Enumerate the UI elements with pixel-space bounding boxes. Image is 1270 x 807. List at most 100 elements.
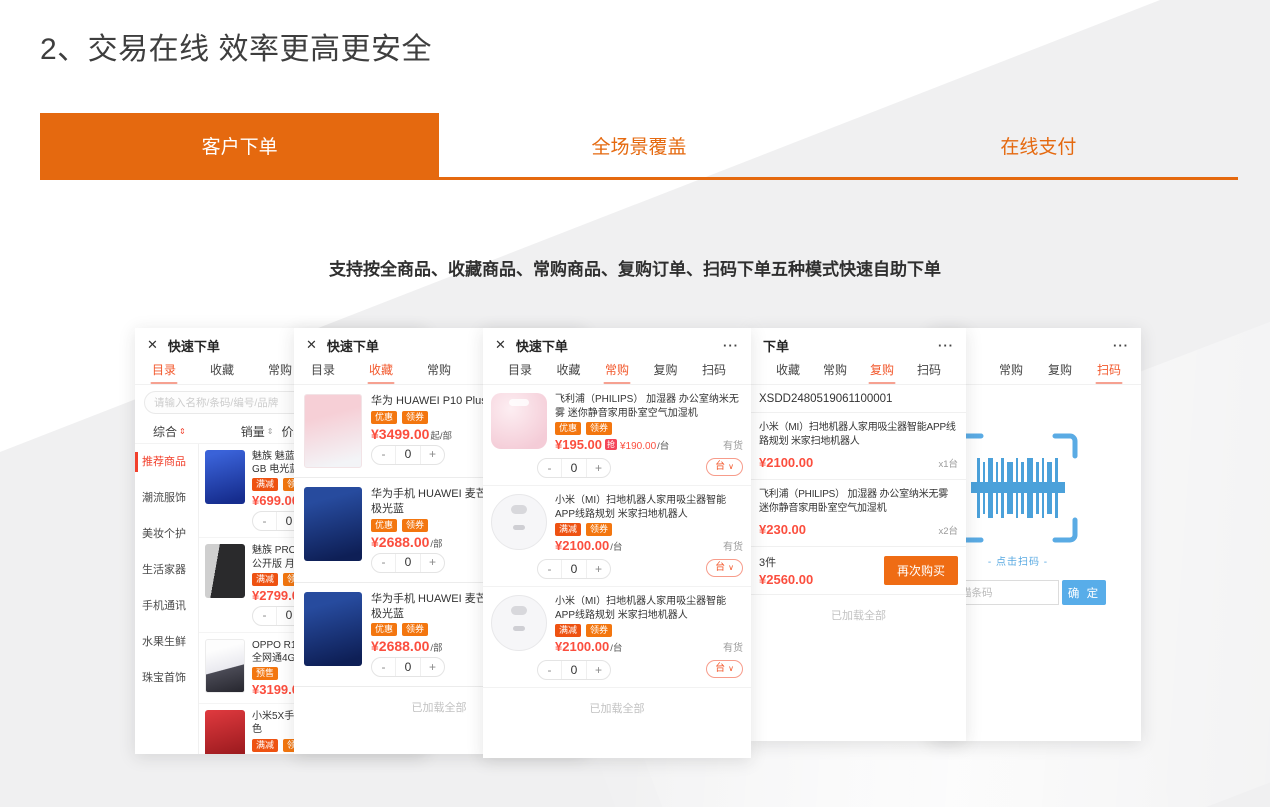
promo-tag: 满减 — [252, 739, 278, 752]
tab-favorites[interactable]: 收藏 — [765, 357, 811, 384]
tab-online-payment[interactable]: 在线支付 — [839, 113, 1238, 177]
order-item[interactable]: 小米（MI）扫地机器人家用吸尘器智能APP线路规划 米家扫地机器人 ¥2100.… — [751, 413, 966, 480]
product-image — [491, 393, 547, 449]
promo-tag: 满减 — [555, 523, 581, 536]
product-price: ¥2100.00 — [555, 538, 609, 553]
product-row[interactable]: 小米（MI）扫地机器人家用吸尘器智能APP线路规划 米家扫地机器人 满减领券 ¥… — [483, 587, 751, 688]
minus-button[interactable]: - — [372, 553, 395, 572]
quantity-stepper[interactable]: -0+ — [537, 660, 611, 680]
scan-hint: - 点击扫码 - — [955, 553, 1081, 568]
barcode-scan-area[interactable]: - 点击扫码 - — [955, 432, 1081, 568]
quantity-stepper[interactable]: -0+ — [371, 657, 445, 677]
category-sidebar: 推荐商品 潮流服饰 美妆个护 生活家器 手机通讯 水果生鲜 珠宝首饰 — [135, 444, 199, 754]
tab-frequent[interactable]: 常购 — [594, 357, 640, 384]
confirm-button[interactable]: 确 定 — [1062, 580, 1106, 605]
sidebar-item-fruits[interactable]: 水果生鲜 — [135, 624, 198, 660]
tab-catalog[interactable]: 目录 — [294, 357, 352, 384]
price-unit: /部 — [430, 640, 442, 654]
quantity-value: 0 — [561, 560, 587, 579]
promo-tag: 预售 — [252, 667, 278, 680]
more-icon[interactable]: ··· — [723, 338, 739, 353]
sidebar-item-recommended[interactable]: 推荐商品 — [135, 444, 198, 480]
product-image — [205, 544, 245, 598]
tab-full-scenario[interactable]: 全场景覆盖 — [439, 113, 838, 177]
tab-catalog[interactable]: 目录 — [497, 357, 543, 384]
panel-title: 快速下单 — [168, 336, 220, 355]
panel-quick-order-frequent: ✕ 快速下单 ··· 目录 收藏 常购 复购 扫码 飞利浦（PHILIPS） 加… — [483, 328, 751, 758]
quantity-stepper[interactable]: -0+ — [537, 458, 611, 478]
tab-reorder[interactable]: 复购 — [643, 357, 689, 384]
tab-scan[interactable]: 扫码 — [906, 357, 952, 384]
plus-button[interactable]: + — [587, 661, 610, 680]
tab-scan[interactable]: 扫码 — [1089, 357, 1129, 384]
order-summary: 3件 ¥2560.00 再次购买 — [751, 547, 966, 595]
rebuy-button[interactable]: 再次购买 — [884, 556, 958, 585]
tab-customer-order[interactable]: 客户下单 — [40, 113, 439, 177]
minus-button[interactable]: - — [372, 445, 395, 464]
panel-title: 下单 — [763, 336, 789, 355]
tab-frequent[interactable]: 常购 — [991, 357, 1031, 384]
quantity-stepper[interactable]: -0+ — [537, 559, 611, 579]
sidebar-item-home[interactable]: 生活家器 — [135, 552, 198, 588]
tab-frequent[interactable]: 常购 — [410, 357, 468, 384]
sidebar-item-beauty[interactable]: 美妆个护 — [135, 516, 198, 552]
flash-sale-badge: 抢 — [605, 439, 617, 450]
promo-tag: 领券 — [402, 623, 428, 636]
promo-tag: 领券 — [586, 523, 612, 536]
plus-button[interactable]: + — [421, 553, 444, 572]
minus-button[interactable]: - — [538, 560, 561, 579]
order-item[interactable]: 飞利浦（PHILIPS） 加湿器 办公室纳米无雾 迷你静音家用卧室空气加湿机 ¥… — [751, 480, 966, 547]
quantity-stepper[interactable]: -0+ — [371, 445, 445, 465]
screenshot-collage: ✕ 快速下单 目录 收藏 常购 综合⇕ 销量⇕ 价格⇕ 推荐商品 潮流服饰 美妆 — [135, 328, 1141, 760]
tab-frequent[interactable]: 常购 — [812, 357, 858, 384]
unit-select[interactable]: 台∨ — [706, 458, 743, 476]
tab-reorder[interactable]: 复购 — [1040, 357, 1080, 384]
unit-select[interactable]: 台∨ — [706, 559, 743, 577]
product-price: ¥1399.0 — [252, 754, 299, 755]
more-icon[interactable]: ··· — [938, 338, 954, 353]
tab-catalog[interactable]: 目录 — [135, 357, 193, 384]
price-unit: /台 — [657, 438, 669, 452]
plus-button[interactable]: + — [587, 560, 610, 579]
plus-button[interactable]: + — [587, 459, 610, 478]
tab-favorites[interactable]: 收藏 — [352, 357, 410, 384]
sidebar-item-jewelry[interactable]: 珠宝首饰 — [135, 660, 198, 696]
promo-tag: 领券 — [402, 519, 428, 532]
sidebar-item-fashion[interactable]: 潮流服饰 — [135, 480, 198, 516]
page: 2、交易在线 效率更高更安全 客户下单 全场景覆盖 在线支付 支持按全商品、收藏… — [0, 0, 1270, 807]
minus-button[interactable]: - — [538, 661, 561, 680]
order-item-qty: x1台 — [938, 456, 958, 470]
plus-button[interactable]: + — [421, 658, 444, 677]
close-icon[interactable]: ✕ — [147, 337, 158, 353]
product-image — [205, 639, 245, 693]
sort-comprehensive[interactable]: 综合⇕ — [153, 423, 186, 440]
close-icon[interactable]: ✕ — [306, 337, 317, 353]
minus-button[interactable]: - — [253, 512, 276, 531]
sidebar-item-phones[interactable]: 手机通讯 — [135, 588, 198, 624]
tab-reorder[interactable]: 复购 — [859, 357, 905, 384]
plus-button[interactable]: + — [421, 445, 444, 464]
quantity-stepper[interactable]: -0+ — [371, 553, 445, 573]
product-image — [304, 592, 362, 666]
promo-tag: 优惠 — [371, 411, 397, 424]
product-price: ¥2100.00 — [555, 639, 609, 654]
close-icon[interactable]: ✕ — [495, 337, 506, 353]
product-image — [304, 487, 362, 561]
barcode-icon — [957, 432, 1079, 544]
feature-tabbar: 客户下单 全场景覆盖 在线支付 — [40, 113, 1238, 180]
product-row[interactable]: 飞利浦（PHILIPS） 加湿器 办公室纳米无雾 迷你静音家用卧室空气加湿机 优… — [483, 385, 751, 486]
tab-favorites[interactable]: 收藏 — [193, 357, 251, 384]
minus-button[interactable]: - — [538, 459, 561, 478]
minus-button[interactable]: - — [372, 658, 395, 677]
chevron-down-icon: ∨ — [728, 560, 734, 576]
order-item-price: ¥230.00 — [759, 522, 806, 537]
tab-favorites[interactable]: 收藏 — [546, 357, 592, 384]
product-row[interactable]: 小米（MI）扫地机器人家用吸尘器智能APP线路规划 米家扫地机器人 满减领券 ¥… — [483, 486, 751, 587]
quantity-value: 0 — [395, 553, 421, 572]
minus-button[interactable]: - — [253, 606, 276, 625]
more-icon[interactable]: ··· — [1113, 338, 1129, 353]
sort-sales[interactable]: 销量⇕ — [241, 423, 274, 440]
tab-scan[interactable]: 扫码 — [691, 357, 737, 384]
unit-select[interactable]: 台∨ — [706, 660, 743, 678]
chevron-down-icon: ∨ — [728, 661, 734, 677]
